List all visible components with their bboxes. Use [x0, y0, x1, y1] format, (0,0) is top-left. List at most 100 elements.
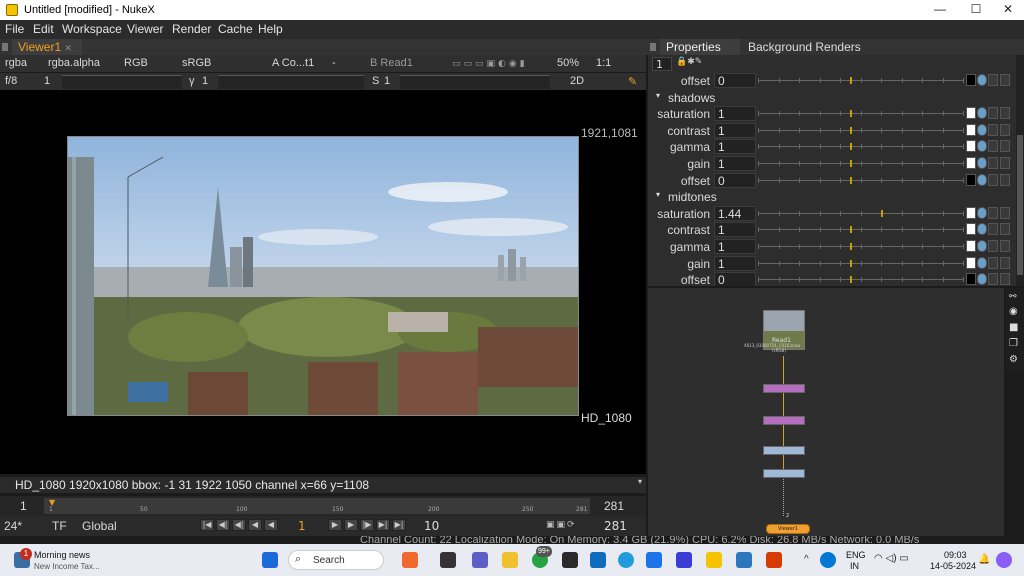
node-graph[interactable]: Read1 A013_03080754_C016.braw (sRGB) 2 V…	[648, 288, 1004, 536]
mail-icon[interactable]	[590, 552, 606, 568]
slider-knob[interactable]	[850, 143, 853, 151]
gamma-value[interactable]: 1	[202, 75, 208, 87]
slider-knob[interactable]	[850, 126, 853, 134]
prev-keyframe-button[interactable]: ◀|	[216, 519, 230, 531]
param-value-input[interactable]: 1	[714, 255, 756, 271]
param-value-input[interactable]: 1	[714, 222, 756, 238]
curve-editor-icon[interactable]	[1000, 157, 1010, 169]
settings-gear-icon[interactable]: ⚙	[1009, 354, 1018, 365]
color-wheel-icon[interactable]	[977, 206, 987, 219]
copilot-icon[interactable]	[402, 552, 418, 568]
clock-time[interactable]: 09:03	[944, 550, 967, 560]
taskbar-search[interactable]: ⌕ Search	[288, 550, 384, 570]
split-channels-icon[interactable]	[988, 173, 998, 186]
curve-editor-icon[interactable]	[1000, 273, 1010, 286]
slider-knob[interactable]	[850, 160, 853, 167]
link-icon[interactable]: ⚯	[1009, 292, 1017, 302]
color-swatch[interactable]	[966, 123, 976, 136]
notification-bell-icon[interactable]: 🔔	[978, 554, 990, 565]
properties-toolbar-icons[interactable]: 🔒✱✎	[676, 57, 702, 67]
properties-count-input[interactable]: 1	[652, 57, 672, 71]
onedrive-icon[interactable]	[820, 552, 836, 568]
section-collapse-icon[interactable]: ▾	[656, 91, 660, 100]
file-explorer-icon[interactable]	[502, 552, 518, 568]
b-input-select[interactable]: B Read1	[370, 57, 413, 69]
viewer-node[interactable]: Viewer1	[766, 524, 810, 534]
slider-knob[interactable]	[850, 77, 853, 84]
viewer-tool-icons[interactable]: ▭▭▭▣◐◉▮	[452, 59, 532, 69]
step-forward-button[interactable]: ▶	[344, 519, 358, 531]
menu-help[interactable]: Help	[258, 22, 283, 36]
curve-editor-icon[interactable]	[1000, 173, 1010, 186]
node-colorcorrect[interactable]	[763, 469, 805, 478]
news-subtitle[interactable]: New Income Tax...	[34, 562, 100, 571]
app-icon-m[interactable]	[736, 552, 752, 568]
color-swatch[interactable]	[966, 74, 976, 86]
gain-slider[interactable]	[62, 75, 182, 89]
color-swatch[interactable]	[966, 223, 976, 236]
gamma-slider[interactable]	[218, 75, 364, 89]
nuke-taskbar-icon[interactable]	[706, 552, 722, 568]
param-value-input[interactable]: 1	[714, 239, 756, 254]
param-slider[interactable]	[758, 176, 964, 184]
gain-value[interactable]: 1	[44, 75, 50, 87]
color-swatch[interactable]	[966, 206, 976, 219]
prev-frame-button[interactable]: ◀|	[232, 519, 246, 531]
curve-editor-icon[interactable]	[1000, 240, 1010, 252]
param-slider[interactable]	[758, 259, 964, 267]
color-wheel-icon[interactable]	[977, 157, 987, 169]
color-swatch[interactable]	[966, 157, 976, 169]
color-wheel-icon[interactable]	[977, 74, 987, 86]
copy-icon[interactable]: ❐	[1009, 338, 1018, 349]
tab-background-renders[interactable]: Background Renders	[746, 39, 863, 55]
color-swatch[interactable]	[966, 240, 976, 252]
wifi-volume-battery-icons[interactable]: ◠ ◁) ▭	[874, 553, 909, 564]
menu-edit[interactable]: Edit	[33, 22, 54, 36]
section-collapse-icon[interactable]: ▾	[656, 190, 660, 199]
scope-select[interactable]: Global	[82, 519, 117, 533]
a-input-select[interactable]: A Co...t1	[272, 57, 314, 69]
menu-file[interactable]: File	[5, 22, 24, 36]
fstop-button[interactable]: f/8	[5, 75, 17, 87]
timeline-track[interactable]: ▼ 1 50 100 150 200 250 281	[44, 498, 590, 514]
param-value-input[interactable]: 1	[714, 139, 756, 155]
saturation-value[interactable]: 1	[384, 75, 390, 87]
news-title[interactable]: Morning news	[34, 550, 90, 560]
split-channels-icon[interactable]	[988, 206, 998, 219]
current-frame[interactable]: 1	[298, 519, 306, 533]
param-slider[interactable]	[758, 243, 964, 250]
panel-grip-icon[interactable]	[650, 43, 656, 51]
scrollbar-thumb[interactable]	[1017, 135, 1023, 275]
color-swatch[interactable]	[966, 273, 976, 286]
split-channels-icon[interactable]	[988, 240, 998, 252]
curve-editor-icon[interactable]	[1000, 206, 1010, 219]
alpha-select[interactable]: rgba.alpha	[48, 57, 100, 69]
edge-icon[interactable]	[618, 552, 634, 568]
curve-editor-icon[interactable]	[1000, 74, 1010, 86]
step-value[interactable]: 10	[424, 519, 439, 533]
color-wheel-icon[interactable]	[977, 140, 987, 153]
video-icon[interactable]: ■	[1009, 322, 1018, 333]
compare-op-select[interactable]: -	[332, 57, 336, 69]
play-backward-button[interactable]: ◀	[248, 519, 262, 531]
play-forward-button[interactable]: ▶	[328, 519, 342, 531]
node-reformat[interactable]	[763, 384, 805, 393]
zoom-select[interactable]: 50%	[557, 57, 579, 69]
next-frame-button[interactable]: |▶	[360, 519, 374, 531]
minimize-button[interactable]: —	[920, 2, 960, 18]
menu-viewer[interactable]: Viewer	[127, 22, 163, 36]
menu-render[interactable]: Render	[172, 22, 211, 36]
param-slider[interactable]	[758, 160, 964, 167]
chevron-up-icon[interactable]: ^	[804, 554, 809, 565]
param-value-input[interactable]: 1.44	[714, 205, 756, 221]
node-grade1[interactable]	[763, 446, 805, 455]
region-label[interactable]: IN	[850, 561, 859, 571]
tab-close-icon[interactable]: ✕	[64, 43, 72, 53]
split-channels-icon[interactable]	[988, 223, 998, 236]
split-channels-icon[interactable]	[988, 107, 998, 120]
split-channels-icon[interactable]	[988, 273, 998, 286]
param-value-input[interactable]: 0	[714, 172, 756, 188]
color-wheel-icon[interactable]	[977, 123, 987, 136]
color-swatch[interactable]	[966, 107, 976, 120]
split-channels-icon[interactable]	[988, 123, 998, 136]
